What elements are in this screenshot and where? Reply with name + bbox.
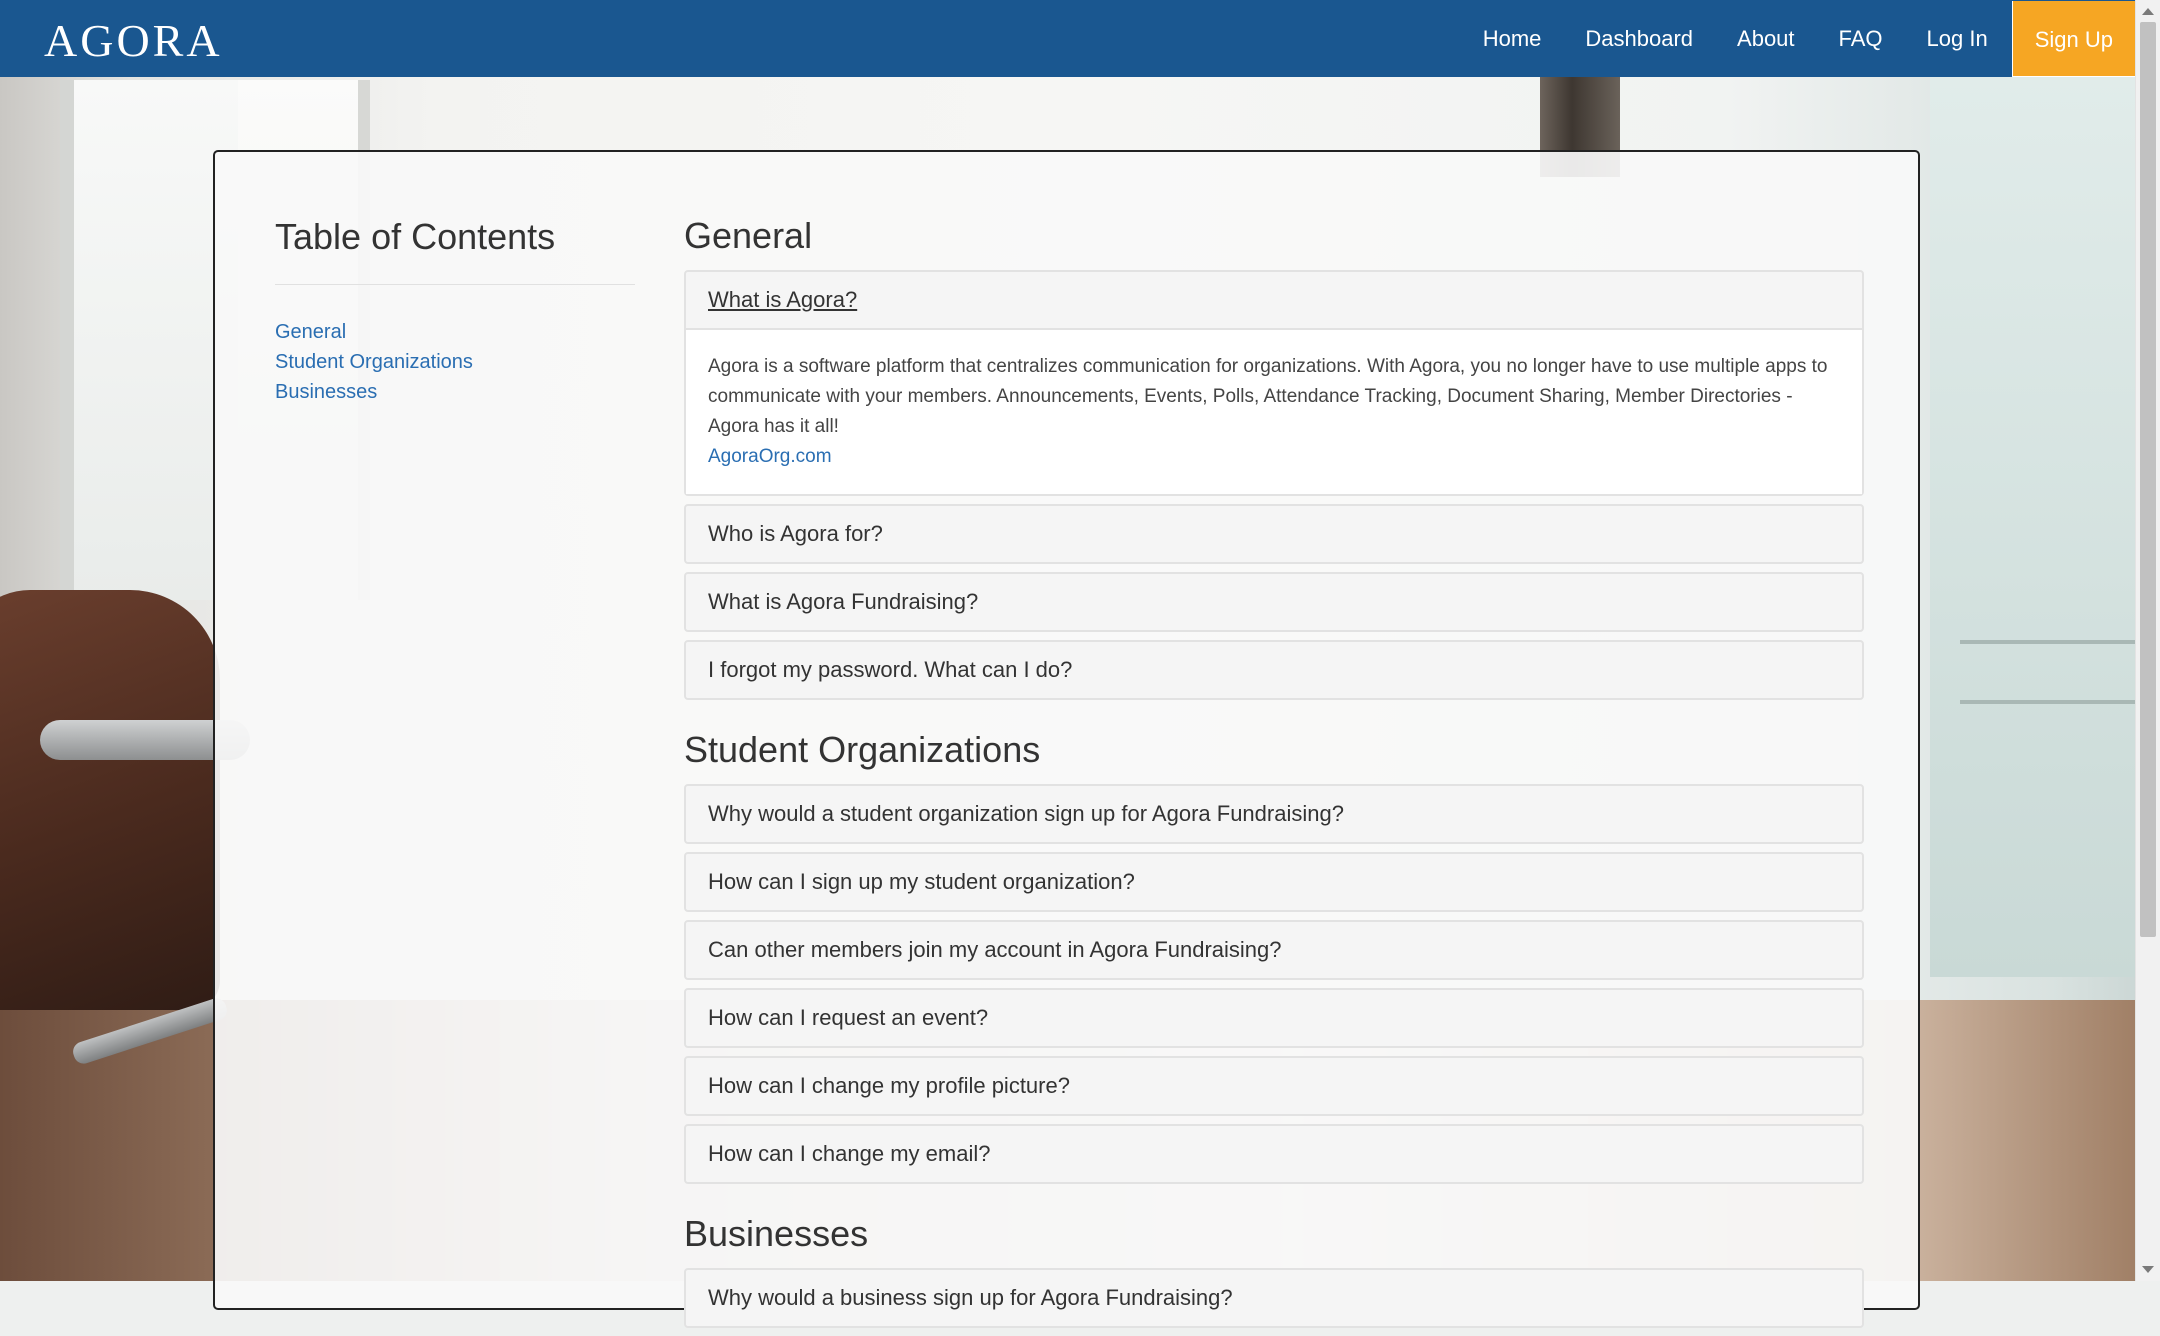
scrollbar-thumb[interactable] <box>2140 22 2156 937</box>
faq-item: How can I change my email? <box>684 1124 1864 1184</box>
faq-panel: Table of Contents General Student Organi… <box>213 150 1920 1328</box>
nav-faq-link[interactable]: FAQ <box>1817 0 1905 77</box>
toc-link-student-organizations[interactable]: Student Organizations <box>275 347 635 377</box>
faq-answer: Agora is a software platform that centra… <box>686 328 1862 494</box>
section-title-student-organizations: Student Organizations <box>684 729 1041 770</box>
page-scrollbar[interactable] <box>2135 0 2160 1281</box>
faq-question[interactable]: I forgot my password. What can I do? <box>686 642 1862 698</box>
nav-about-link[interactable]: About <box>1715 0 1817 77</box>
faq-question[interactable]: How can I sign up my student organizatio… <box>686 854 1862 910</box>
nav-links: Home Dashboard About FAQ Log In Sign Up <box>1461 0 2136 77</box>
faq-question[interactable]: What is Agora Fundraising? <box>686 574 1862 630</box>
bg-rail <box>1960 640 2160 644</box>
nav-dashboard-link[interactable]: Dashboard <box>1563 0 1715 77</box>
section-title-businesses: Businesses <box>684 1213 869 1254</box>
faq-answer-text: Agora is a software platform that centra… <box>708 356 1828 437</box>
toc-divider <box>275 284 635 285</box>
agora-website-link[interactable]: AgoraOrg.com <box>708 442 1840 472</box>
faq-question[interactable]: What is Agora? <box>686 272 1862 328</box>
faq-question[interactable]: How can I request an event? <box>686 990 1862 1046</box>
table-of-contents: Table of Contents General Student Organi… <box>275 216 635 407</box>
toc-list: General Student Organizations Businesses <box>275 317 635 407</box>
agora-logo[interactable]: AGORA <box>44 15 223 66</box>
faq-item: How can I sign up my student organizatio… <box>684 852 1864 912</box>
toc-link-general[interactable]: General <box>275 317 635 347</box>
toc-title: Table of Contents <box>275 216 556 257</box>
faq-item: How can I change my profile picture? <box>684 1056 1864 1116</box>
faq-question[interactable]: How can I change my email? <box>686 1126 1862 1182</box>
faq-question[interactable]: Why would a student organization sign up… <box>686 786 1862 842</box>
nav-login-link[interactable]: Log In <box>1905 0 2010 77</box>
bg-rail <box>1960 700 2160 704</box>
scroll-up-arrow-icon[interactable] <box>2142 8 2154 15</box>
scroll-down-arrow-icon[interactable] <box>2142 1266 2154 1273</box>
faq-item: What is Agora Fundraising? <box>684 572 1864 632</box>
bg-chair <box>0 590 220 1010</box>
faq-item: Who is Agora for? <box>684 504 1864 564</box>
faq-item: Why would a student organization sign up… <box>684 784 1864 844</box>
faq-question[interactable]: How can I change my profile picture? <box>686 1058 1862 1114</box>
section-title-general: General <box>684 215 813 256</box>
brand-text: AGORA <box>44 14 223 66</box>
toc-link-businesses[interactable]: Businesses <box>275 377 635 407</box>
faq-item: I forgot my password. What can I do? <box>684 640 1864 700</box>
faq-item: Why would a business sign up for Agora F… <box>684 1268 1864 1328</box>
nav-signup-button[interactable]: Sign Up <box>2011 0 2136 77</box>
faq-question[interactable]: Why would a business sign up for Agora F… <box>686 1270 1862 1326</box>
faq-item: Can other members join my account in Ago… <box>684 920 1864 980</box>
faq-question[interactable]: Who is Agora for? <box>686 506 1862 562</box>
faq-question[interactable]: Can other members join my account in Ago… <box>686 922 1862 978</box>
faq-item: How can I request an event? <box>684 988 1864 1048</box>
faq-content: General What is Agora? Agora is a softwa… <box>684 216 1864 1336</box>
bg-window <box>1930 77 2160 977</box>
nav-home-link[interactable]: Home <box>1461 0 1564 77</box>
top-navbar: AGORA Home Dashboard About FAQ Log In Si… <box>0 0 2136 77</box>
faq-item: What is Agora? Agora is a software platf… <box>684 270 1864 496</box>
